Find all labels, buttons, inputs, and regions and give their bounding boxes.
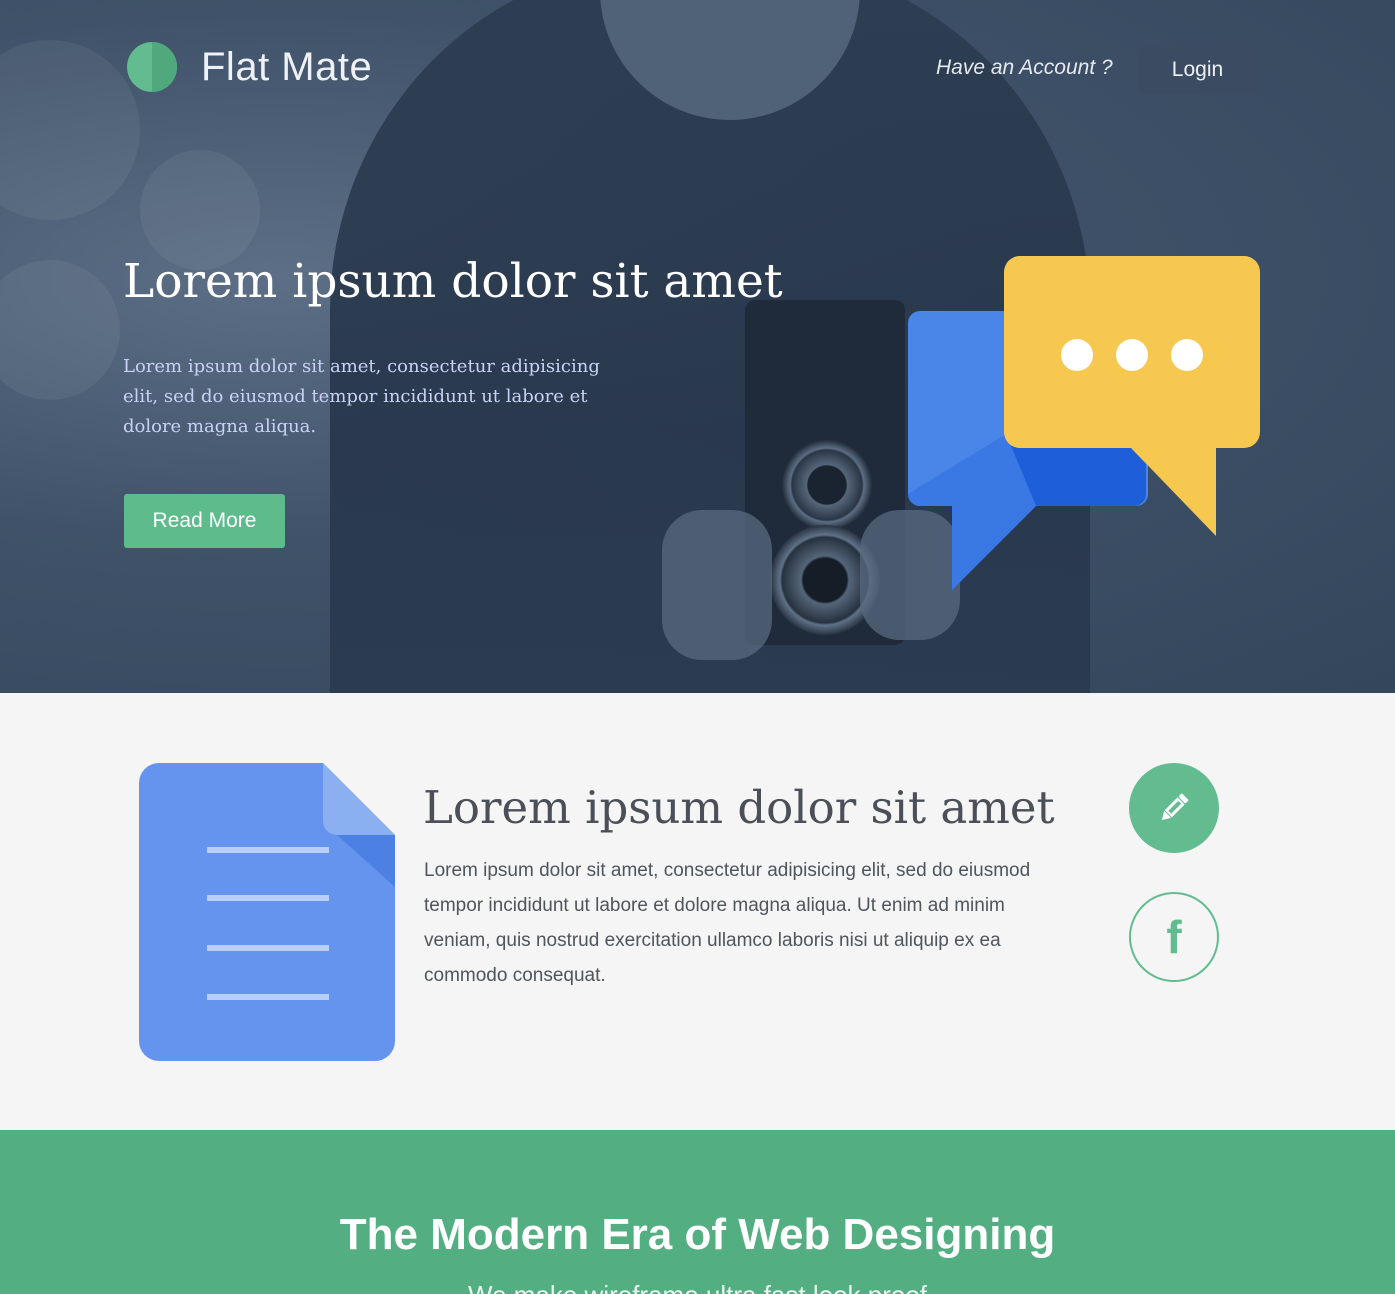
pencil-icon [1161,793,1189,821]
feature-text: Lorem ipsum dolor sit amet, consectetur … [424,860,1031,986]
edit-button[interactable] [1129,763,1219,853]
brand[interactable]: Flat Mate [127,42,372,92]
chat-bubbles-icon [908,256,1260,590]
hero-section: Flat Mate Have an Account ? Login Lorem … [0,0,1395,693]
background-photo-hand [662,510,772,660]
banner-title: The Modern Era of Web Designing [339,1210,1056,1259]
logo-icon [127,42,177,92]
hero-title: Lorem ipsum dolor sit amet [123,254,783,309]
login-button[interactable]: Login [1139,46,1256,93]
document-icon [139,763,395,1061]
hero-text: Lorem ipsum dolor sit amet, consectetur … [123,356,600,437]
facebook-icon: f [1166,911,1182,963]
background-photo-camera-lens [782,440,872,530]
account-question: Have an Account ? [936,56,1113,79]
brand-name: Flat Mate [201,44,373,89]
background-photo-bokeh [0,40,140,220]
background-photo-bokeh [0,260,120,400]
banner-subtitle: We make wireframe ultra fast look proof [0,1280,1395,1294]
facebook-button[interactable]: f [1129,892,1219,982]
read-more-button[interactable]: Read More [124,494,285,548]
feature-section: Lorem ipsum dolor sit amet Lorem ipsum d… [0,693,1395,1130]
background-photo-bokeh [140,150,260,270]
feature-title: Lorem ipsum dolor sit amet [423,781,1055,834]
banner-section: The Modern Era of Web Designing We make … [0,1130,1395,1294]
